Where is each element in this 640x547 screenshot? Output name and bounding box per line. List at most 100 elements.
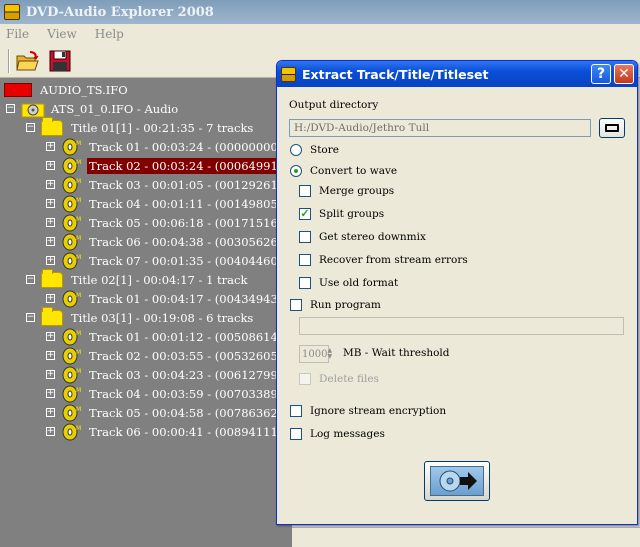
svg-text:M: M (76, 235, 81, 242)
audio-disc-icon: M (62, 290, 81, 308)
stereo-downmix-label: Get stereo downmix (319, 231, 426, 243)
extract-go-button[interactable] (424, 461, 490, 501)
svg-text:M: M (76, 368, 81, 375)
tree-title[interactable]: − Title 03[1] - 00:19:08 - 6 tracks (26, 306, 254, 327)
expand-toggle[interactable]: + (46, 218, 55, 227)
convert-radio-circle[interactable] (290, 165, 302, 177)
tree-track[interactable]: + M Track 03 - 00:04:23 - (00612799-0070 (46, 365, 313, 384)
expand-toggle[interactable]: + (46, 332, 55, 341)
expand-toggle[interactable]: + (46, 237, 55, 246)
expand-toggle[interactable]: + (46, 256, 55, 265)
spinner-arrows-icon[interactable]: ▲ ▼ (327, 348, 332, 360)
split-groups-checkbox[interactable]: ✓ Split groups (299, 208, 384, 220)
ignore-encryption-checkbox[interactable]: Ignore stream encryption (290, 405, 446, 417)
old-format-box[interactable] (299, 277, 311, 289)
log-messages-checkbox[interactable]: Log messages (290, 428, 385, 440)
svg-text:M: M (76, 254, 81, 261)
disc-tree[interactable]: AUDIO_TS.IFO − ATS_01_0.IFO - Audio − Ti… (0, 78, 313, 547)
store-radio-circle[interactable] (290, 144, 302, 156)
expand-toggle[interactable]: + (46, 389, 55, 398)
log-messages-box[interactable] (290, 428, 302, 440)
disc-folder-icon (21, 103, 45, 117)
tree-track[interactable]: + M Track 05 - 00:04:58 - (00786362-0089 (46, 403, 313, 422)
tree-track[interactable]: + M Track 01 - 00:03:24 - (00000000-0006 (46, 137, 313, 156)
wait-threshold-value: 1000 (302, 348, 328, 360)
run-program-box[interactable] (290, 299, 302, 311)
recover-errors-checkbox[interactable]: Recover from stream errors (299, 254, 468, 266)
merge-groups-box[interactable] (299, 185, 311, 197)
help-button[interactable]: ? (591, 64, 611, 84)
svg-text:M: M (76, 387, 81, 394)
tree-track[interactable]: + M Track 03 - 00:01:05 - (00129261-0014 (46, 175, 313, 194)
ignore-encryption-box[interactable] (290, 405, 302, 417)
split-groups-box[interactable]: ✓ (299, 208, 311, 220)
tree-track-selected[interactable]: + M Track 02 - 00:03:24 - (00064991-0012 (46, 156, 313, 175)
stereo-downmix-box[interactable] (299, 231, 311, 243)
output-directory-field[interactable]: H:/DVD-Audio/Jethro Tull (289, 119, 591, 137)
collapse-toggle[interactable]: − (26, 123, 35, 132)
tree-track[interactable]: + M Track 01 - 00:01:12 - (00508614-0053 (46, 327, 313, 346)
expand-toggle[interactable]: + (46, 408, 55, 417)
delete-files-label: Delete files (319, 373, 379, 385)
audio-disc-icon: M (62, 252, 81, 270)
delete-files-box[interactable] (299, 373, 311, 385)
run-program-field[interactable] (299, 317, 624, 335)
svg-text:M: M (76, 425, 81, 432)
tree-track[interactable]: + M Track 06 - 00:04:38 - (00305626-0040 (46, 232, 313, 251)
svg-text:M: M (76, 159, 81, 166)
tree-track[interactable]: + M Track 05 - 00:06:18 - (00171516-0030 (46, 213, 313, 232)
expand-toggle[interactable]: + (46, 161, 55, 170)
expand-toggle[interactable]: + (46, 370, 55, 379)
collapse-toggle[interactable]: − (26, 313, 35, 322)
collapse-toggle[interactable]: − (6, 104, 15, 113)
svg-text:M: M (76, 178, 81, 185)
stereo-downmix-checkbox[interactable]: Get stereo downmix (299, 231, 426, 243)
expand-toggle[interactable]: + (46, 180, 55, 189)
tree-ats[interactable]: − ATS_01_0.IFO - Audio (6, 99, 178, 118)
status-strip (292, 527, 640, 547)
store-radio[interactable]: Store (290, 144, 339, 156)
merge-groups-label: Merge groups (319, 185, 395, 197)
svg-text:M: M (76, 216, 81, 223)
tree-title[interactable]: − Title 01[1] - 00:21:35 - 7 tracks (26, 116, 253, 137)
svg-text:M: M (76, 292, 81, 299)
app-icon (281, 66, 296, 82)
save-button[interactable] (46, 48, 74, 74)
browse-button[interactable] (599, 118, 625, 138)
tree-root[interactable]: AUDIO_TS.IFO (4, 80, 128, 99)
expand-toggle[interactable]: + (46, 142, 55, 151)
delete-files-checkbox[interactable]: Delete files (299, 373, 379, 385)
tree-track[interactable]: + M Track 04 - 00:01:11 - (00149805-0017 (46, 194, 313, 213)
open-button[interactable] (14, 48, 42, 74)
tree-track[interactable]: + M Track 06 - 00:00:41 - (00894111-0090 (46, 422, 313, 441)
folder-icon (41, 116, 63, 136)
recover-errors-box[interactable] (299, 254, 311, 266)
folder-icon (41, 306, 63, 326)
tree-track[interactable]: + M Track 02 - 00:03:55 - (00532605-0061 (46, 346, 313, 365)
expand-toggle[interactable]: + (46, 199, 55, 208)
tree-title-label: Title 03[1] - 00:19:08 - 6 tracks (71, 310, 254, 325)
wait-threshold-spinner[interactable]: 1000 ▲ ▼ (299, 345, 332, 363)
merge-groups-checkbox[interactable]: Merge groups (299, 185, 394, 197)
old-format-checkbox[interactable]: Use old format (299, 277, 398, 289)
wait-threshold-label: MB - Wait threshold (343, 347, 450, 359)
menu-view[interactable]: View (47, 27, 77, 41)
tree-ats-label: ATS_01_0.IFO - Audio (51, 101, 179, 116)
tree-track[interactable]: + M Track 04 - 00:03:59 - (00703389-0078 (46, 384, 313, 403)
expand-toggle[interactable]: + (46, 351, 55, 360)
convert-radio[interactable]: Convert to wave (290, 165, 397, 177)
close-button[interactable]: ✕ (614, 64, 634, 84)
tree-track[interactable]: + M Track 01 - 00:04:17 - (00434943-0050 (46, 289, 313, 308)
expand-toggle[interactable]: + (46, 294, 55, 303)
svg-text:M: M (76, 349, 81, 356)
expand-toggle[interactable]: + (46, 427, 55, 436)
tree-track[interactable]: + M Track 07 - 00:01:35 - (00404460-0043 (46, 251, 313, 270)
dialog-body: Output directory H:/DVD-Audio/Jethro Tul… (277, 87, 637, 524)
tree-title[interactable]: − Title 02[1] - 00:04:17 - 1 track (26, 268, 247, 289)
audio-disc-icon: M (62, 157, 81, 175)
dialog-title-bar[interactable]: Extract Track/Title/Titleset ? ✕ (277, 61, 637, 87)
menu-file[interactable]: File (6, 27, 29, 41)
run-program-checkbox[interactable]: Run program (290, 299, 381, 311)
menu-help[interactable]: Help (95, 27, 124, 41)
collapse-toggle[interactable]: − (26, 275, 35, 284)
